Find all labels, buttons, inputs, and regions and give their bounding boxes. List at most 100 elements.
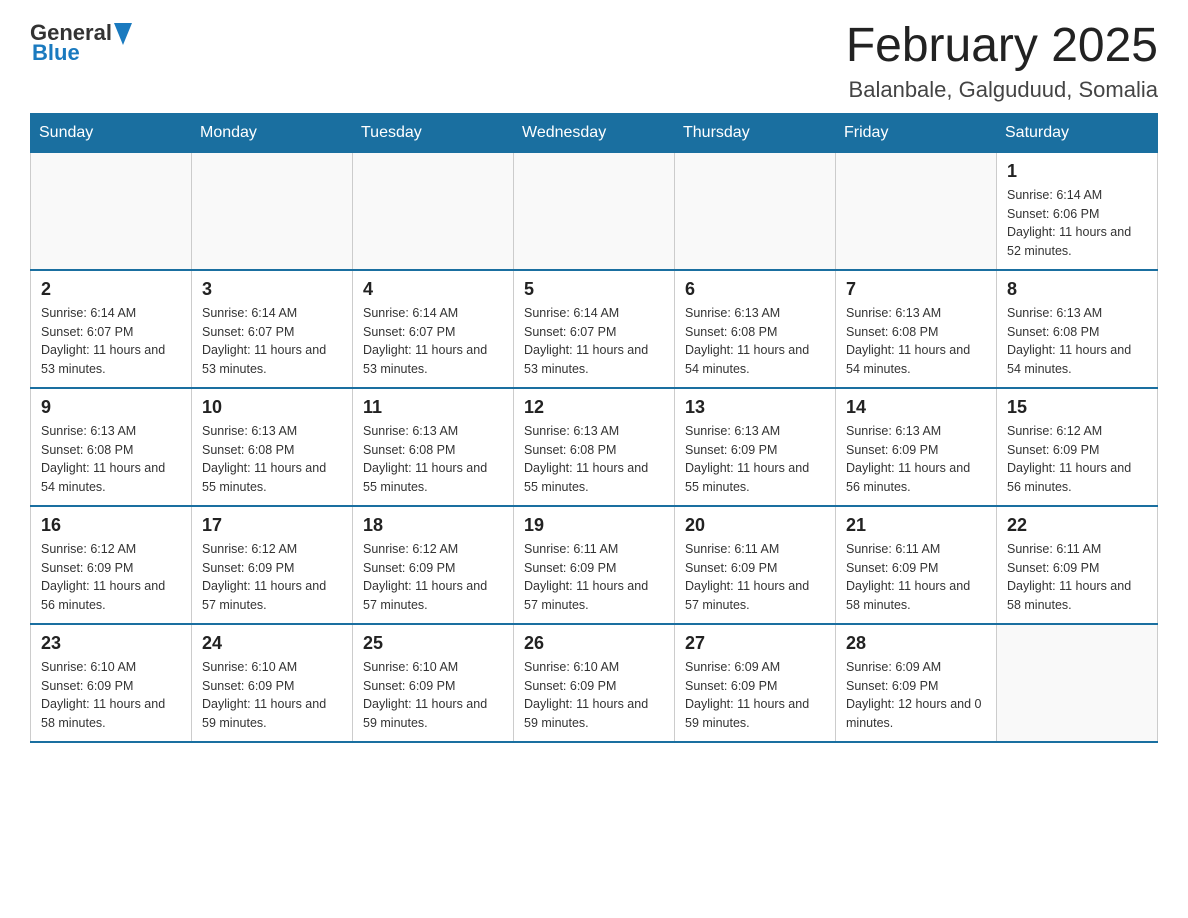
day-info: Sunrise: 6:13 AMSunset: 6:08 PMDaylight:… [846,304,986,379]
day-cell: 10 Sunrise: 6:13 AMSunset: 6:08 PMDayligh… [192,388,353,506]
day-cell: 1Sunrise: 6:14 AMSunset: 6:06 PMDaylight… [997,152,1158,270]
day-number: 15 [1007,397,1147,418]
day-info: Sunrise: 6:11 AMSunset: 6:09 PMDaylight:… [685,540,825,615]
day-info: Sunrise: 6:12 AMSunset: 6:09 PMDaylight:… [1007,422,1147,497]
day-info: Sunrise: 6:13 AMSunset: 6:08 PMDaylight:… [524,422,664,497]
day-number: 25 [363,633,503,654]
day-info: Sunrise: 6:13 AMSunset: 6:08 PMDaylight:… [685,304,825,379]
logo-arrow-icon [114,23,132,45]
day-info: Sunrise: 6:13 AMSunset: 6:08 PMDaylight:… [363,422,503,497]
day-cell: 7 Sunrise: 6:13 AMSunset: 6:08 PMDaylight… [836,270,997,388]
day-number: 6 [685,279,825,300]
day-info: Sunrise: 6:14 AMSunset: 6:07 PMDaylight:… [41,304,181,379]
day-number: 14 [846,397,986,418]
day-cell: 3 Sunrise: 6:14 AMSunset: 6:07 PMDaylight… [192,270,353,388]
day-cell: 28Sunrise: 6:09 AMSunset: 6:09 PMDayligh… [836,624,997,742]
week-row-1: 1Sunrise: 6:14 AMSunset: 6:06 PMDaylight… [31,152,1158,270]
day-info: Sunrise: 6:13 AMSunset: 6:08 PMDaylight:… [202,422,342,497]
day-number: 23 [41,633,181,654]
day-info: Sunrise: 6:11 AMSunset: 6:09 PMDaylight:… [524,540,664,615]
day-cell: 2 Sunrise: 6:14 AMSunset: 6:07 PMDaylight… [31,270,192,388]
day-cell: 24 Sunrise: 6:10 AMSunset: 6:09 PMDayligh… [192,624,353,742]
day-info: Sunrise: 6:11 AMSunset: 6:09 PMDaylight:… [846,540,986,615]
day-cell: 22Sunrise: 6:11 AMSunset: 6:09 PMDayligh… [997,506,1158,624]
day-number: 8 [1007,279,1147,300]
day-cell: 21 Sunrise: 6:11 AMSunset: 6:09 PMDayligh… [836,506,997,624]
day-number: 10 [202,397,342,418]
column-header-monday: Monday [192,113,353,152]
day-cell: 27 Sunrise: 6:09 AMSunset: 6:09 PMDayligh… [675,624,836,742]
day-cell: 6 Sunrise: 6:13 AMSunset: 6:08 PMDaylight… [675,270,836,388]
day-number: 20 [685,515,825,536]
day-info: Sunrise: 6:10 AMSunset: 6:09 PMDaylight:… [41,658,181,733]
day-cell: 20 Sunrise: 6:11 AMSunset: 6:09 PMDayligh… [675,506,836,624]
day-cell [192,152,353,270]
day-number: 2 [41,279,181,300]
day-number: 17 [202,515,342,536]
day-cell: 18 Sunrise: 6:12 AMSunset: 6:09 PMDayligh… [353,506,514,624]
day-info: Sunrise: 6:09 AMSunset: 6:09 PMDaylight:… [685,658,825,733]
day-info: Sunrise: 6:12 AMSunset: 6:09 PMDaylight:… [202,540,342,615]
column-header-friday: Friday [836,113,997,152]
day-info: Sunrise: 6:11 AMSunset: 6:09 PMDaylight:… [1007,540,1147,615]
day-number: 9 [41,397,181,418]
day-info: Sunrise: 6:13 AMSunset: 6:08 PMDaylight:… [41,422,181,497]
day-number: 27 [685,633,825,654]
day-number: 28 [846,633,986,654]
day-info: Sunrise: 6:10 AMSunset: 6:09 PMDaylight:… [363,658,503,733]
day-cell [836,152,997,270]
day-info: Sunrise: 6:13 AMSunset: 6:08 PMDaylight:… [1007,304,1147,379]
day-number: 3 [202,279,342,300]
week-row-2: 2 Sunrise: 6:14 AMSunset: 6:07 PMDaylight… [31,270,1158,388]
calendar-header-row: SundayMondayTuesdayWednesdayThursdayFrid… [31,113,1158,152]
day-cell: 17 Sunrise: 6:12 AMSunset: 6:09 PMDayligh… [192,506,353,624]
day-cell: 13Sunrise: 6:13 AMSunset: 6:09 PMDayligh… [675,388,836,506]
day-number: 24 [202,633,342,654]
day-number: 5 [524,279,664,300]
day-info: Sunrise: 6:14 AMSunset: 6:07 PMDaylight:… [524,304,664,379]
title-area: February 2025 Balanbale, Galguduud, Soma… [846,20,1158,103]
day-cell: 5 Sunrise: 6:14 AMSunset: 6:07 PMDaylight… [514,270,675,388]
day-number: 26 [524,633,664,654]
day-cell: 19Sunrise: 6:11 AMSunset: 6:09 PMDayligh… [514,506,675,624]
day-cell [31,152,192,270]
day-number: 4 [363,279,503,300]
column-header-tuesday: Tuesday [353,113,514,152]
day-info: Sunrise: 6:14 AMSunset: 6:07 PMDaylight:… [202,304,342,379]
day-cell: 25 Sunrise: 6:10 AMSunset: 6:09 PMDayligh… [353,624,514,742]
day-info: Sunrise: 6:12 AMSunset: 6:09 PMDaylight:… [363,540,503,615]
day-number: 12 [524,397,664,418]
day-cell: 14 Sunrise: 6:13 AMSunset: 6:09 PMDayligh… [836,388,997,506]
day-cell: 23 Sunrise: 6:10 AMSunset: 6:09 PMDayligh… [31,624,192,742]
location-title: Balanbale, Galguduud, Somalia [846,77,1158,103]
week-row-4: 16 Sunrise: 6:12 AMSunset: 6:09 PMDayligh… [31,506,1158,624]
day-cell [997,624,1158,742]
day-number: 21 [846,515,986,536]
day-info: Sunrise: 6:14 AMSunset: 6:06 PMDaylight:… [1007,186,1147,261]
logo: General Blue [30,20,132,66]
day-cell: 9 Sunrise: 6:13 AMSunset: 6:08 PMDaylight… [31,388,192,506]
day-cell: 16 Sunrise: 6:12 AMSunset: 6:09 PMDayligh… [31,506,192,624]
column-header-thursday: Thursday [675,113,836,152]
day-cell: 11 Sunrise: 6:13 AMSunset: 6:08 PMDayligh… [353,388,514,506]
day-info: Sunrise: 6:10 AMSunset: 6:09 PMDaylight:… [202,658,342,733]
week-row-5: 23 Sunrise: 6:10 AMSunset: 6:09 PMDayligh… [31,624,1158,742]
column-header-wednesday: Wednesday [514,113,675,152]
day-cell: 4 Sunrise: 6:14 AMSunset: 6:07 PMDaylight… [353,270,514,388]
day-cell [514,152,675,270]
day-cell: 12 Sunrise: 6:13 AMSunset: 6:08 PMDayligh… [514,388,675,506]
day-info: Sunrise: 6:13 AMSunset: 6:09 PMDaylight:… [846,422,986,497]
column-header-saturday: Saturday [997,113,1158,152]
logo-text-blue: Blue [32,40,80,66]
day-number: 18 [363,515,503,536]
day-number: 16 [41,515,181,536]
day-number: 7 [846,279,986,300]
day-number: 11 [363,397,503,418]
day-cell: 15 Sunrise: 6:12 AMSunset: 6:09 PMDayligh… [997,388,1158,506]
page-header: General Blue February 2025 Balanbale, Ga… [30,20,1158,103]
day-cell: 26Sunrise: 6:10 AMSunset: 6:09 PMDayligh… [514,624,675,742]
column-header-sunday: Sunday [31,113,192,152]
day-info: Sunrise: 6:14 AMSunset: 6:07 PMDaylight:… [363,304,503,379]
day-info: Sunrise: 6:12 AMSunset: 6:09 PMDaylight:… [41,540,181,615]
day-cell [675,152,836,270]
